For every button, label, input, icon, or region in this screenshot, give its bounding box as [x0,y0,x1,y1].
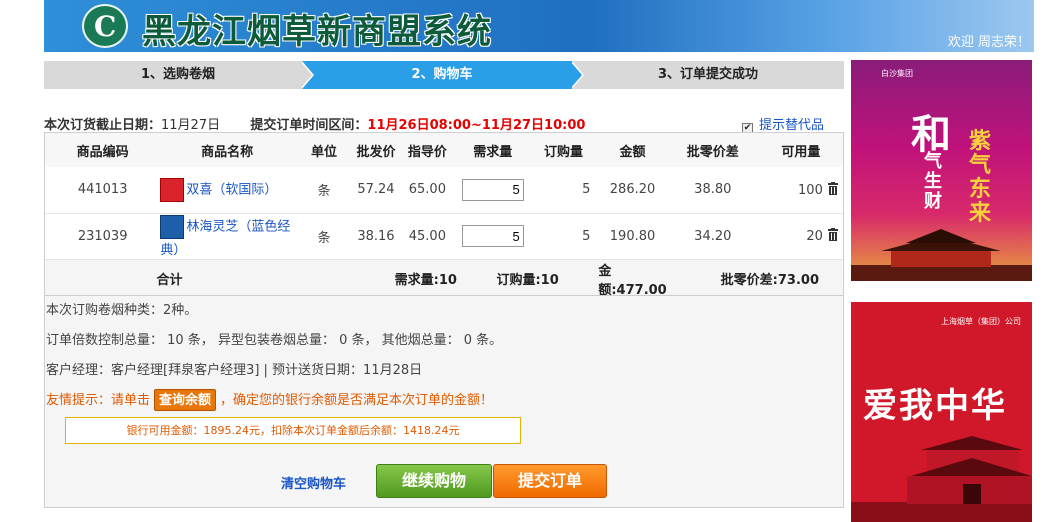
balance-box: 银行可用金额：1895.24元，扣除本次订单金额后余额：1418.24元 [65,417,521,444]
product-diff: 38.80 [666,167,759,214]
palace-illustration [851,436,1032,522]
step-arrow-icon [570,61,582,89]
product-name-cell: 林海灵芝（蓝色经典） [160,213,294,260]
order-info: 本次订货截止日期：11月27日 提交订单时间区间：11月26日08:00~11月… [44,114,844,134]
col-wholesale: 批发价 [354,133,398,167]
step-select: 1、选购卷烟 [44,61,312,89]
window-label: 提交订单时间区间： [250,118,368,133]
product-order: 5 [528,213,599,260]
ad-headline: 爱我中华 [863,386,1007,426]
action-bar: 清空购物车 继续购物 提交订单 [45,463,843,499]
product-thumbnail-icon [160,177,185,202]
table-header-row: 商品编码 商品名称 单位 批发价 指导价 需求量 订购量 金额 批零价差 可用量 [45,133,843,167]
total-demand: 需求量:10 [293,259,457,298]
demand-input[interactable] [461,178,524,201]
col-order: 订购量 [528,133,599,167]
product-wholesale: 57.24 [354,167,398,214]
ad-brand: 白沙集团 [881,69,913,78]
substitute-toggle[interactable]: ✔ 提示替代品 [741,114,824,134]
col-name: 商品名称 [160,133,294,167]
product-diff: 34.20 [666,213,759,260]
col-available: 可用量 [758,133,843,167]
step-cart: 2、购物车 [302,61,582,89]
col-amount: 金额 [598,133,667,167]
col-guide: 指导价 [397,133,457,167]
app-header: C 黑龙江烟草新商盟系统 欢迎 周志荣！ [44,0,1034,52]
order-notes: 本次订购卷烟种类：2种。 订单倍数控制总量： 10 条， 异型包装卷烟总量： 0… [45,295,843,416]
note-kinds: 本次订购卷烟种类：2种。 [46,303,198,318]
note-limits: 订单倍数控制总量： 10 条， 异型包装卷烟总量： 0 条， 其他烟总量： 0 … [46,333,503,348]
submit-order-button[interactable]: 提交订单 [493,464,607,498]
product-thumbnail-icon [160,214,185,239]
product-available: 100 [798,182,823,198]
ad-banner-baisha[interactable]: 白沙集团 和 气生财 紫气东来 [851,60,1032,281]
product-guide: 65.00 [397,167,457,214]
ad-slogan-1: 气生财 [924,151,942,212]
tip-prefix: 友情提示：请单击 [46,393,151,408]
query-balance-button[interactable]: 查询余额 [154,389,217,411]
total-order: 订购量:10 [456,259,599,298]
product-order: 5 [528,167,599,214]
demand-cell [456,167,529,214]
table-row: 441013 双喜（软国际） 条 57.24 65.00 5 286.20 38… [45,167,843,214]
product-amount: 190.80 [598,213,667,260]
total-label: 合计 [45,259,294,298]
product-amount: 286.20 [598,167,667,214]
col-code: 商品编码 [45,133,161,167]
product-name-cell: 双喜（软国际） [160,167,294,214]
note-tip: 友情提示：请单击 查询余额 ，确定您的银行余额是否满足本次订单的金额！ [45,386,843,416]
progress-steps: 1、选购卷烟 2、购物车 3、订单提交成功 [44,61,844,89]
product-unit: 条 [293,167,355,214]
tip-suffix: ，确定您的银行余额是否满足本次订单的金额！ [220,393,494,408]
deadline-label: 本次订货截止日期： [44,118,162,133]
clear-cart-link[interactable]: 清空购物车 [281,473,346,492]
col-diff: 批零价差 [666,133,759,167]
palace-illustration [851,229,1032,281]
available-cell: 20 [758,213,843,260]
substitute-label[interactable]: 提示替代品 [759,118,824,133]
trash-icon[interactable] [827,181,839,195]
product-name-link[interactable]: 双喜（软国际） [186,182,277,197]
table-row: 231039 林海灵芝（蓝色经典） 条 38.16 45.00 5 190.80… [45,213,843,260]
product-code: 441013 [45,167,161,214]
total-diff: 批零价差:73.00 [666,259,843,298]
total-amount: 金额:477.00 [598,259,667,298]
product-code: 231039 [45,213,161,260]
welcome-text: 欢迎 周志荣！ [947,35,1030,50]
demand-cell [456,213,529,260]
step-success: 3、订单提交成功 [572,61,844,89]
product-unit: 条 [293,213,355,260]
product-wholesale: 38.16 [354,213,398,260]
product-available: 20 [806,229,823,244]
tobacco-logo: C [82,4,128,48]
app-title: 黑龙江烟草新商盟系统 [142,12,492,52]
deadline-value: 11月27日 [161,118,221,133]
available-cell: 100 [758,167,843,214]
cart-table: 商品编码 商品名称 单位 批发价 指导价 需求量 订购量 金额 批零价差 可用量… [45,133,843,298]
note-manager: 客户经理：客户经理[拜泉客户经理3] | 预计送货日期：11月28日 [46,363,423,378]
ad-slogan-2: 紫气东来 [968,129,991,226]
ad-brand: 上海烟草（集团）公司 [941,317,1021,326]
window-value: 11月26日08:00~11月27日10:00 [367,118,586,133]
step-arrow-icon [300,61,312,89]
ad-banner-shanghai[interactable]: 上海烟草（集团）公司 爱我中华 [851,302,1032,522]
col-demand: 需求量 [456,133,529,167]
cart-panel: 商品编码 商品名称 单位 批发价 指导价 需求量 订购量 金额 批零价差 可用量… [44,132,844,508]
total-row: 合计 需求量:10 订购量:10 金额:477.00 批零价差:73.00 [45,259,843,298]
col-unit: 单位 [293,133,355,167]
product-guide: 45.00 [397,213,457,260]
continue-shopping-button[interactable]: 继续购物 [376,464,492,498]
trash-icon[interactable] [827,228,839,241]
demand-input[interactable] [461,225,524,247]
